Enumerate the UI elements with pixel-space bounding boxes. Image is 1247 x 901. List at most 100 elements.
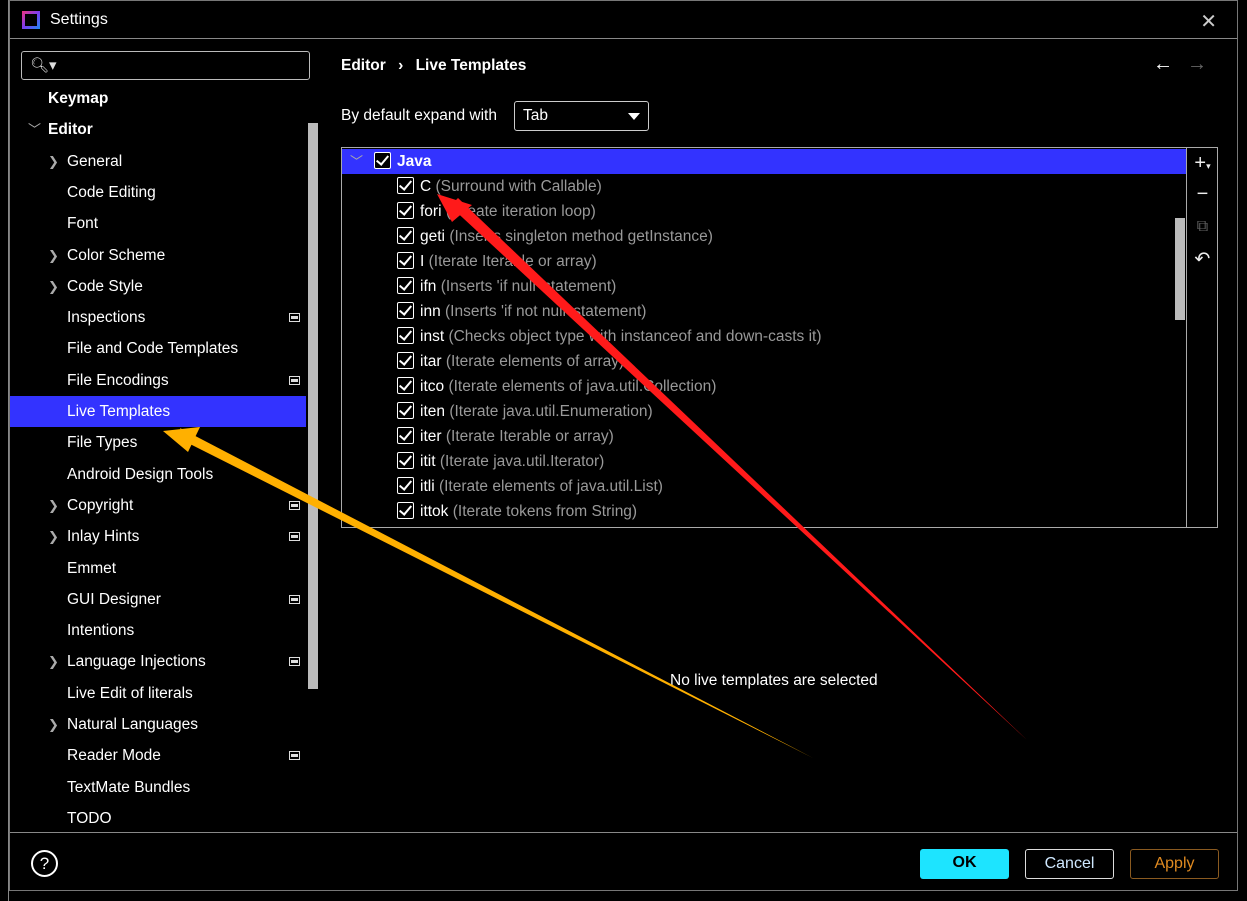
template-row[interactable]: itit (Iterate java.util.Iterator)	[342, 449, 1187, 474]
footer-divider	[10, 832, 1237, 833]
sidebar-item[interactable]: ❯ General	[10, 146, 306, 177]
ok-button[interactable]: OK	[920, 849, 1009, 879]
sidebar-item[interactable]: Code Editing	[10, 177, 306, 208]
sidebar-scrollbar[interactable]	[308, 123, 318, 689]
template-checkbox[interactable]	[397, 402, 414, 419]
undo-icon[interactable]: ↶	[1187, 248, 1217, 271]
template-abbreviation: ittok	[420, 503, 449, 520]
chevron-right-icon[interactable]: ❯	[48, 146, 59, 177]
remove-icon[interactable]: −	[1187, 183, 1217, 206]
template-checkbox[interactable]	[397, 277, 414, 294]
template-checkbox[interactable]	[397, 327, 414, 344]
sidebar-item[interactable]: File and Code Templates	[10, 333, 306, 364]
copy-icon[interactable]: ⧉	[1187, 218, 1217, 236]
sidebar-item[interactable]: TextMate Bundles	[10, 772, 306, 803]
sidebar-item[interactable]: GUI Designer	[10, 584, 306, 615]
templates-list: ﹀ Java C (Surround with Callable) fori (C…	[341, 147, 1218, 528]
template-checkbox[interactable]	[397, 377, 414, 394]
chevron-right-icon[interactable]: ❯	[48, 490, 59, 521]
template-checkbox[interactable]	[397, 427, 414, 444]
cancel-button[interactable]: Cancel	[1025, 849, 1114, 879]
template-row[interactable]: inn (Inserts 'if not null' statement)	[342, 299, 1187, 324]
template-checkbox[interactable]	[397, 202, 414, 219]
sidebar-item[interactable]: ❯ Inlay Hints	[10, 521, 306, 552]
template-description: (Iterate Iterable or array)	[445, 428, 614, 445]
template-row[interactable]: itli (Iterate elements of java.util.List…	[342, 474, 1187, 499]
template-row[interactable]: I (Iterate Iterable or array)	[342, 249, 1187, 274]
sidebar-item[interactable]: Keymap	[10, 83, 306, 114]
sidebar-item[interactable]: ❯ Color Scheme	[10, 240, 306, 271]
template-row[interactable]: ittok (Iterate tokens from String)	[342, 499, 1187, 524]
template-row[interactable]: itco (Iterate elements of java.util.Coll…	[342, 374, 1187, 399]
sidebar-item[interactable]: File Encodings	[10, 365, 306, 396]
sidebar-item-label: Inspections	[67, 309, 146, 327]
chevron-right-icon[interactable]: ❯	[48, 271, 59, 302]
help-button[interactable]: ?	[31, 850, 58, 877]
sidebar-item[interactable]: ❯ Language Injections	[10, 646, 306, 677]
group-label: Java	[397, 153, 432, 170]
templates-toolbar: +▾ − ⧉ ↶	[1186, 148, 1217, 527]
template-group-java[interactable]: ﹀ Java	[342, 149, 1186, 174]
template-checkbox[interactable]	[397, 477, 414, 494]
sidebar-item[interactable]: Live Edit of literals	[10, 678, 306, 709]
sidebar-item[interactable]: Live Templates	[10, 396, 306, 427]
project-scope-icon	[289, 532, 300, 542]
sidebar-item-label: Reader Mode	[67, 747, 161, 765]
template-checkbox[interactable]	[397, 177, 414, 194]
template-checkbox[interactable]	[397, 502, 414, 519]
template-row[interactable]: iten (Iterate java.util.Enumeration)	[342, 399, 1187, 424]
template-checkbox[interactable]	[397, 352, 414, 369]
template-row[interactable]: geti (Inserts singleton method getInstan…	[342, 224, 1187, 249]
group-checkbox[interactable]	[374, 152, 391, 169]
template-description: (Iterate elements of array)	[445, 353, 625, 370]
search-input[interactable]: 🔍︎▾	[21, 51, 310, 80]
sidebar-item[interactable]: ❯ Code Style	[10, 271, 306, 302]
template-description: (Iterate Iterable or array)	[428, 253, 597, 270]
sidebar-item[interactable]: ﹀ Editor	[10, 114, 306, 145]
template-row[interactable]: fori (Create iteration loop)	[342, 199, 1187, 224]
templates-scrollbar[interactable]	[1175, 218, 1185, 320]
sidebar-item-label: File Encodings	[67, 371, 169, 389]
chevron-down-icon[interactable]: ﹀	[28, 114, 41, 145]
template-description: (Iterate elements of java.util.List)	[438, 478, 663, 495]
forward-arrow-icon[interactable]: →	[1187, 53, 1207, 76]
close-icon[interactable]: ✕	[1200, 9, 1217, 34]
chevron-right-icon[interactable]: ❯	[48, 240, 59, 271]
sidebar-item-label: Code Editing	[67, 183, 156, 201]
sidebar-item-label: General	[67, 152, 123, 170]
chevron-right-icon[interactable]: ❯	[48, 521, 59, 552]
chevron-right-icon[interactable]: ❯	[48, 709, 59, 740]
template-checkbox[interactable]	[397, 227, 414, 244]
sidebar-item[interactable]: ❯ Natural Languages	[10, 709, 306, 740]
sidebar-item[interactable]: Android Design Tools	[10, 459, 306, 490]
apply-button[interactable]: Apply	[1130, 849, 1219, 879]
sidebar-item[interactable]: Emmet	[10, 553, 306, 584]
template-abbreviation: iter	[420, 428, 442, 445]
sidebar-item[interactable]: Inspections	[10, 302, 306, 333]
template-row[interactable]: inst (Checks object type with instanceof…	[342, 324, 1187, 349]
add-icon[interactable]: +▾	[1187, 152, 1217, 175]
chevron-right-icon[interactable]: ❯	[48, 646, 59, 677]
template-checkbox[interactable]	[397, 252, 414, 269]
template-checkbox[interactable]	[397, 452, 414, 469]
sidebar-item[interactable]: TODO	[10, 803, 306, 834]
template-abbreviation: itco	[420, 378, 445, 395]
template-row[interactable]: iter (Iterate Iterable or array)	[342, 424, 1187, 449]
breadcrumb-parent[interactable]: Editor	[341, 57, 386, 74]
sidebar-item[interactable]: File Types	[10, 427, 306, 458]
template-description: (Surround with Callable)	[435, 178, 602, 195]
expand-with-select[interactable]: Tab	[514, 101, 649, 131]
project-scope-icon	[289, 594, 300, 604]
sidebar-item-label: Code Style	[67, 277, 143, 295]
sidebar-item[interactable]: Reader Mode	[10, 740, 306, 771]
chevron-down-icon[interactable]: ﹀	[350, 149, 363, 174]
template-row[interactable]: C (Surround with Callable)	[342, 174, 1187, 199]
template-checkbox[interactable]	[397, 302, 414, 319]
project-scope-icon	[289, 657, 300, 667]
template-row[interactable]: ifn (Inserts 'if null' statement)	[342, 274, 1187, 299]
sidebar-item[interactable]: Intentions	[10, 615, 306, 646]
back-arrow-icon[interactable]: ←	[1153, 53, 1173, 76]
template-row[interactable]: itar (Iterate elements of array)	[342, 349, 1187, 374]
sidebar-item[interactable]: ❯ Copyright	[10, 490, 306, 521]
sidebar-item[interactable]: Font	[10, 208, 306, 239]
